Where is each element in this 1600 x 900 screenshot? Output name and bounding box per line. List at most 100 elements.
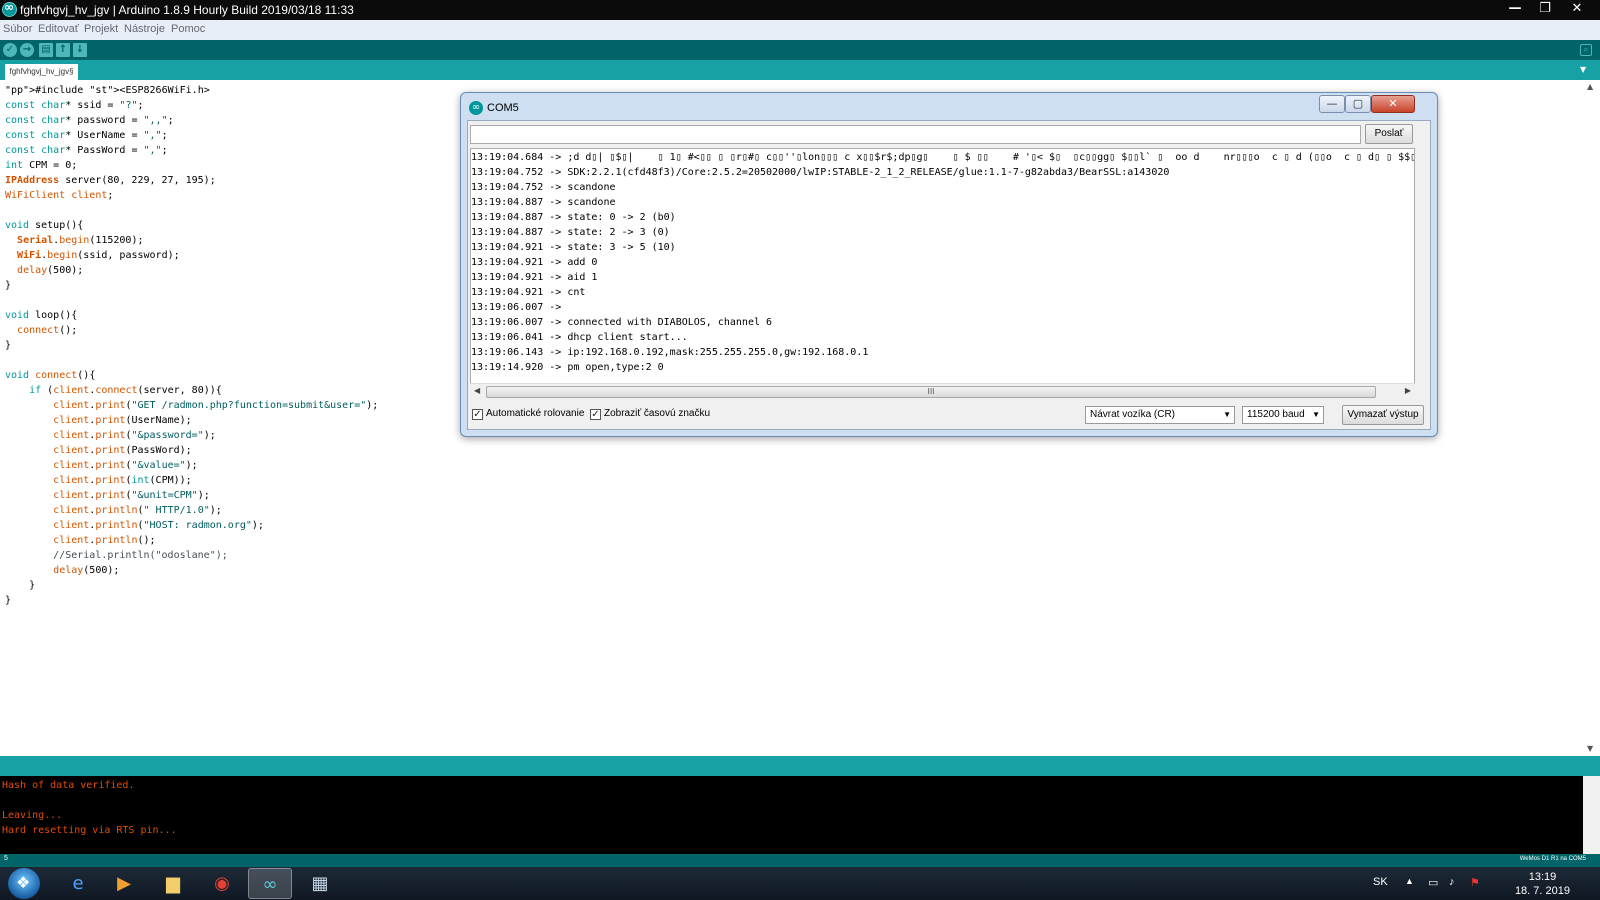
line-ending-select[interactable]: Návrat vozíka (CR) ▼: [1085, 406, 1235, 424]
tab-sketch[interactable]: fghfvhgvj_hv_jgv§: [5, 64, 78, 80]
serial-hscrollbar[interactable]: ◀ III ▶: [470, 383, 1415, 399]
clock[interactable]: 13:19 18. 7. 2019: [1515, 870, 1570, 898]
menu-file[interactable]: Súbor: [3, 23, 32, 35]
serial-output[interactable]: 13:19:04.684 -> ;d d▯| ▯$▯| ▯ 1▯ #<▯▯ ▯ …: [470, 148, 1415, 399]
serial-minimize-button[interactable]: —: [1319, 95, 1345, 113]
menu-bar: Súbor Editovať Projekt Nástroje Pomoc: [0, 20, 1600, 40]
chevron-down-icon: ▼: [1312, 410, 1320, 419]
code-line[interactable]: delay(500);: [5, 563, 378, 578]
code-line[interactable]: client.print(PassWord);: [5, 443, 378, 458]
volume-icon[interactable]: ♪: [1449, 876, 1455, 888]
serial-output-line: 13:19:04.887 -> state: 0 -> 2 (b0): [471, 212, 676, 223]
code-line[interactable]: }: [5, 278, 378, 293]
clear-output-button[interactable]: Vymazať výstup: [1342, 405, 1424, 425]
send-button[interactable]: Poslať: [1365, 124, 1413, 144]
code-line[interactable]: [5, 353, 378, 368]
scroll-down-icon[interactable]: ▼: [1587, 744, 1593, 753]
code-line[interactable]: }: [5, 578, 378, 593]
code-line[interactable]: const char* ssid = "?";: [5, 98, 378, 113]
code-line[interactable]: client.print("&password=");: [5, 428, 378, 443]
start-button[interactable]: [8, 868, 40, 899]
code-line[interactable]: delay(500);: [5, 263, 378, 278]
verify-icon[interactable]: ✓: [3, 43, 17, 57]
clock-date: 18. 7. 2019: [1514, 885, 1570, 897]
restore-button[interactable]: ❐: [1530, 0, 1560, 20]
code-line[interactable]: client.print("&value=");: [5, 458, 378, 473]
code-line[interactable]: IPAddress server(80, 229, 27, 195);: [5, 173, 378, 188]
menu-tools[interactable]: Nástroje: [124, 23, 165, 35]
serial-monitor-title: COM5: [487, 102, 519, 114]
code-line[interactable]: client.print(UserName);: [5, 413, 378, 428]
code-line[interactable]: void setup(){: [5, 218, 378, 233]
scroll-left-icon[interactable]: ◀: [474, 386, 480, 395]
code-line[interactable]: void connect(){: [5, 368, 378, 383]
serial-maximize-button[interactable]: ▢: [1345, 95, 1371, 113]
code-line[interactable]: }: [5, 338, 378, 353]
arduino-app-icon: [2, 0, 17, 17]
taskbar: e ▶ ▆ ◉ ∞ ▦ SK ▲ ▭ ♪ ⚑ 13:19 18. 7. 2019: [0, 867, 1600, 900]
code-line[interactable]: int CPM = 0;: [5, 158, 378, 173]
open-sketch-icon[interactable]: ↑: [56, 43, 70, 57]
code-line[interactable]: if (client.connect(server, 80)){: [5, 383, 378, 398]
serial-output-line: 13:19:04.752 -> SDK:2.2.1(cfd48f3)/Core:…: [471, 167, 1170, 178]
serial-output-line: 13:19:06.143 -> ip:192.168.0.192,mask:25…: [471, 347, 869, 358]
timestamp-checkbox[interactable]: ✓: [590, 409, 601, 420]
menu-help[interactable]: Pomoc: [171, 23, 205, 35]
network-icon[interactable]: ▭: [1428, 876, 1438, 889]
code-line[interactable]: const char* password = ",,";: [5, 113, 378, 128]
code-line[interactable]: [5, 293, 378, 308]
serial-output-line: 13:19:06.007 ->: [471, 302, 568, 313]
code-line[interactable]: "pp">#include "st"><ESP8266WiFi.h>: [5, 83, 378, 98]
line-ending-value: Návrat vozíka (CR): [1090, 409, 1176, 420]
action-center-icon[interactable]: ⚑: [1470, 876, 1480, 889]
scroll-right-icon[interactable]: ▶: [1405, 386, 1411, 395]
code-text[interactable]: "pp">#include "st"><ESP8266WiFi.h> const …: [5, 83, 378, 608]
serial-monitor-icon[interactable]: ⌕: [1580, 44, 1592, 56]
send-input[interactable]: [470, 125, 1361, 144]
chrome-icon[interactable]: ◉: [200, 868, 244, 899]
console-scrollbar[interactable]: [1583, 776, 1600, 854]
serial-close-button[interactable]: ✕: [1371, 95, 1415, 113]
serial-output-line: 13:19:04.921 -> cnt: [471, 287, 586, 298]
editor-scrollbar[interactable]: ▲ ▼: [1583, 80, 1600, 756]
media-player-icon[interactable]: ▶: [102, 868, 146, 899]
autoscroll-checkbox[interactable]: ✓: [472, 409, 483, 420]
serial-monitor-titlebar[interactable]: ∞ COM5: [469, 98, 1369, 120]
scroll-thumb[interactable]: III: [486, 386, 1376, 398]
board-port-label: WeMos D1 R1 na COM5: [1519, 856, 1586, 862]
code-line[interactable]: void loop(){: [5, 308, 378, 323]
ie-icon[interactable]: e: [56, 868, 100, 899]
tray-expand-icon[interactable]: ▲: [1405, 876, 1414, 886]
code-line[interactable]: client.println();: [5, 533, 378, 548]
serial-monitor-window: ∞ COM5 — ▢ ✕ Poslať 13:19:04.684 -> ;d d…: [460, 92, 1438, 437]
code-line[interactable]: client.print("&unit=CPM");: [5, 488, 378, 503]
code-line[interactable]: const char* UserName = ",";: [5, 128, 378, 143]
serial-output-line: 13:19:04.921 -> aid 1: [471, 272, 598, 283]
code-line[interactable]: }: [5, 593, 378, 608]
language-indicator[interactable]: SK: [1373, 876, 1388, 888]
calculator-icon[interactable]: ▦: [298, 868, 342, 899]
code-line[interactable]: client.println(" HTTP/1.0");: [5, 503, 378, 518]
code-line[interactable]: WiFiClient client;: [5, 188, 378, 203]
baud-select[interactable]: 115200 baud ▼: [1242, 406, 1324, 424]
arduino-icon[interactable]: ∞: [248, 868, 292, 899]
close-button[interactable]: ✕: [1562, 0, 1592, 20]
menu-sketch[interactable]: Projekt: [84, 23, 118, 35]
code-line[interactable]: connect();: [5, 323, 378, 338]
code-line[interactable]: //Serial.println("odoslane");: [5, 548, 378, 563]
scroll-up-icon[interactable]: ▲: [1587, 82, 1593, 91]
new-sketch-icon[interactable]: ▤: [39, 43, 53, 57]
menu-edit[interactable]: Editovať: [38, 23, 79, 35]
tab-menu-icon[interactable]: ▼: [1580, 66, 1590, 74]
upload-icon[interactable]: →: [20, 43, 34, 57]
file-explorer-icon[interactable]: ▆: [151, 868, 195, 899]
code-line[interactable]: [5, 203, 378, 218]
code-line[interactable]: client.print("GET /radmon.php?function=s…: [5, 398, 378, 413]
minimize-button[interactable]: —: [1500, 0, 1530, 20]
code-line[interactable]: client.print(int(CPM));: [5, 473, 378, 488]
code-line[interactable]: WiFi.begin(ssid, password);: [5, 248, 378, 263]
code-line[interactable]: client.println("HOST: radmon.org");: [5, 518, 378, 533]
code-line[interactable]: Serial.begin(115200);: [5, 233, 378, 248]
code-line[interactable]: const char* PassWord = ",";: [5, 143, 378, 158]
save-sketch-icon[interactable]: ↓: [73, 43, 87, 57]
